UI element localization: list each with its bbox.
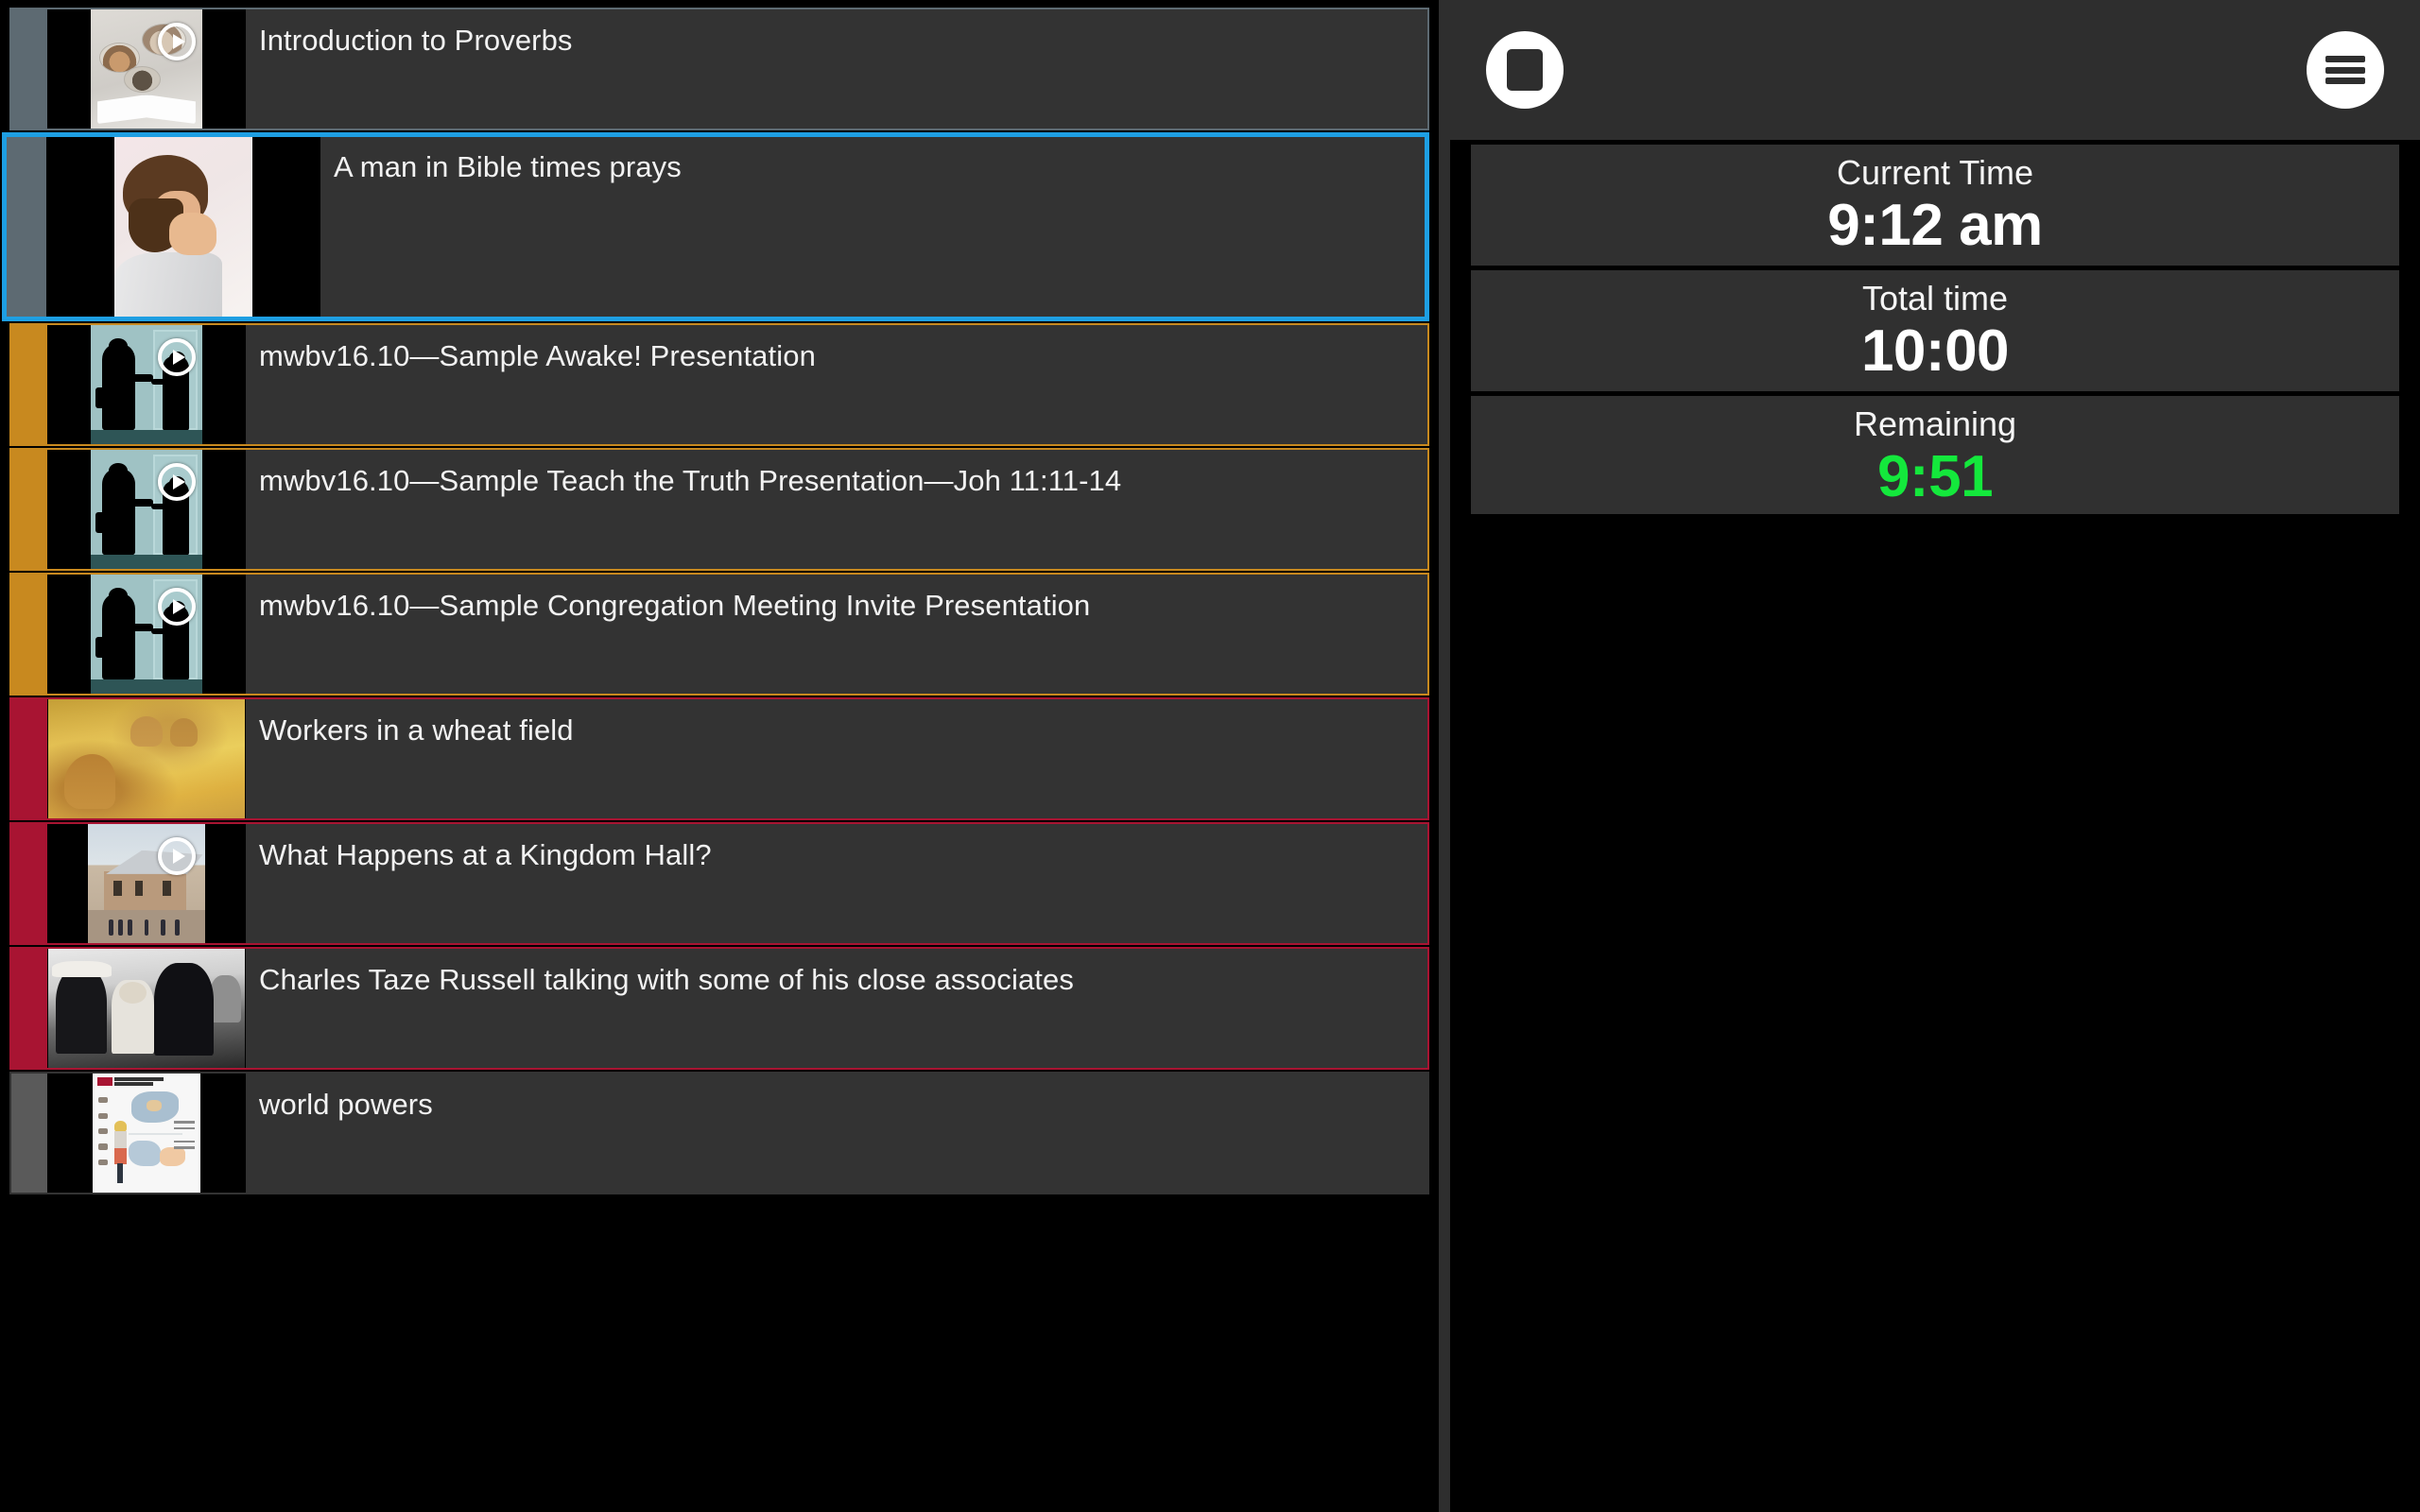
current-time-label: Current Time bbox=[1836, 153, 2034, 192]
praying-man-illustration-thumbnail bbox=[114, 137, 252, 317]
play-icon[interactable] bbox=[158, 338, 196, 376]
play-icon[interactable] bbox=[158, 837, 196, 875]
list-item-label: mwbv16.10—Sample Teach the Truth Present… bbox=[259, 464, 1122, 497]
item-thumbnail[interactable] bbox=[47, 1074, 246, 1193]
remaining-time-card: Remaining 9:51 bbox=[1471, 396, 2399, 514]
item-accent-bar bbox=[11, 575, 47, 694]
item-accent-bar bbox=[7, 137, 46, 317]
item-accent-bar bbox=[11, 325, 47, 444]
remaining-time-label: Remaining bbox=[1853, 404, 2017, 443]
list-item-label: mwbv16.10—Sample Congregation Meeting In… bbox=[259, 589, 1091, 622]
list-item-label: Workers in a wheat field bbox=[259, 713, 574, 747]
total-time-card: Total time 10:00 bbox=[1471, 270, 2399, 391]
media-presentation-app: Introduction to Proverbs A man in Bible … bbox=[0, 0, 2420, 1512]
world-powers-chart-page-thumbnail bbox=[93, 1074, 200, 1193]
item-accent-bar bbox=[11, 824, 47, 943]
timer-panel: Current Time 9:12 am Total time 10:00 Re… bbox=[1450, 0, 2420, 1512]
media-list[interactable]: Introduction to Proverbs A man in Bible … bbox=[0, 0, 1439, 1194]
current-time-value: 9:12 am bbox=[1827, 193, 2043, 259]
menu-button[interactable] bbox=[2307, 31, 2384, 109]
list-item-label: A man in Bible times prays bbox=[334, 150, 682, 183]
list-item[interactable]: Charles Taze Russell talking with some o… bbox=[9, 947, 1429, 1070]
remaining-time-value: 9:51 bbox=[1876, 444, 1994, 510]
list-item[interactable]: Introduction to Proverbs bbox=[9, 8, 1429, 130]
list-item[interactable]: mwbv16.10—Sample Teach the Truth Present… bbox=[9, 448, 1429, 571]
stop-square-icon bbox=[1507, 49, 1543, 91]
item-thumbnail[interactable] bbox=[47, 699, 246, 818]
list-item-label: Charles Taze Russell talking with some o… bbox=[259, 963, 1074, 996]
total-time-label: Total time bbox=[1861, 279, 2009, 318]
current-time-card: Current Time 9:12 am bbox=[1471, 145, 2399, 266]
total-time-value: 10:00 bbox=[1860, 318, 2010, 385]
item-accent-bar bbox=[11, 1074, 47, 1193]
list-item-label: Introduction to Proverbs bbox=[259, 24, 573, 57]
list-item-label: world powers bbox=[259, 1088, 433, 1121]
item-thumbnail[interactable] bbox=[47, 949, 246, 1068]
item-thumbnail[interactable] bbox=[46, 137, 320, 317]
item-accent-bar bbox=[11, 450, 47, 569]
list-item-label: mwbv16.10—Sample Awake! Presentation bbox=[259, 339, 816, 372]
stop-button[interactable] bbox=[1486, 31, 1564, 109]
list-item[interactable]: world powers bbox=[9, 1072, 1429, 1194]
item-thumbnail[interactable] bbox=[47, 575, 246, 694]
item-accent-bar bbox=[11, 949, 47, 1068]
play-icon[interactable] bbox=[158, 23, 196, 60]
item-thumbnail[interactable] bbox=[47, 450, 246, 569]
list-item[interactable]: What Happens at a Kingdom Hall? bbox=[9, 822, 1429, 945]
wheat-field-harvest-painting-thumbnail bbox=[48, 699, 245, 818]
list-item-label: What Happens at a Kingdom Hall? bbox=[259, 838, 712, 871]
item-thumbnail[interactable] bbox=[47, 9, 246, 129]
item-thumbnail[interactable] bbox=[47, 325, 246, 444]
list-item[interactable]: mwbv16.10—Sample Awake! Presentation bbox=[9, 323, 1429, 446]
hamburger-menu-icon bbox=[2325, 56, 2365, 84]
toolbar bbox=[1450, 0, 2420, 140]
item-accent-bar bbox=[11, 9, 47, 129]
list-item[interactable]: Workers in a wheat field bbox=[9, 697, 1429, 820]
panel-divider-scrollbar[interactable] bbox=[1439, 0, 1450, 1512]
media-list-panel: Introduction to Proverbs A man in Bible … bbox=[0, 0, 1439, 1512]
black-and-white-historical-crowd-photo-thumbnail bbox=[48, 949, 245, 1068]
list-item[interactable]: mwbv16.10—Sample Congregation Meeting In… bbox=[9, 573, 1429, 696]
play-icon[interactable] bbox=[158, 588, 196, 626]
list-item-selected[interactable]: A man in Bible times prays bbox=[2, 132, 1429, 321]
play-icon[interactable] bbox=[158, 463, 196, 501]
item-thumbnail[interactable] bbox=[47, 824, 246, 943]
item-accent-bar bbox=[11, 699, 47, 818]
